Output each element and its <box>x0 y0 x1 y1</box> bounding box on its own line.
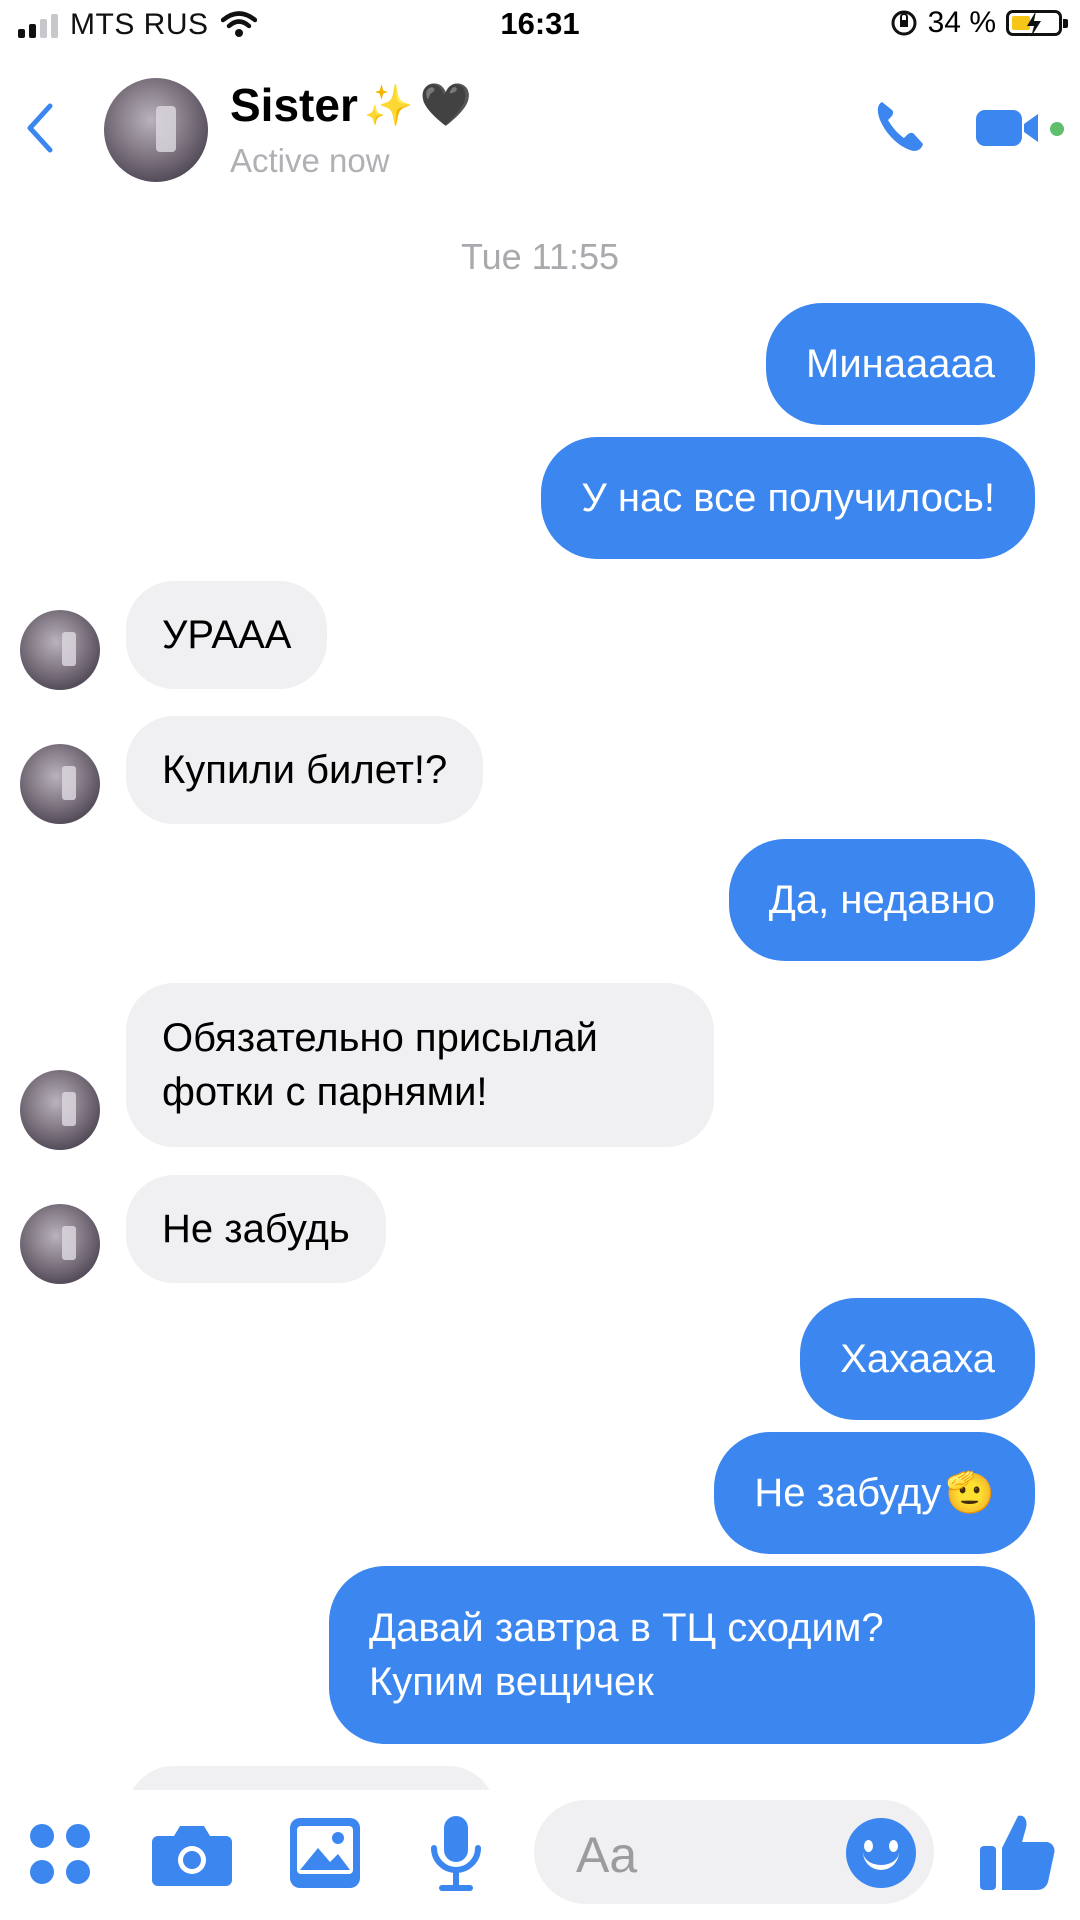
message-bubble-outgoing[interactable]: Не забуду 🫡 <box>714 1432 1035 1554</box>
video-camera-icon[interactable] <box>976 106 1048 150</box>
microphone-icon[interactable] <box>428 1816 484 1894</box>
message-bubble-outgoing[interactable]: Давай завтра в ТЦ сходим? Купим вещичек <box>329 1566 1035 1744</box>
message-bubble-outgoing[interactable]: Хахааха <box>800 1298 1035 1420</box>
thumbs-up-icon[interactable] <box>980 1812 1056 1892</box>
message-text: Не забуду <box>754 1471 942 1515</box>
message-text: УРААА <box>162 613 292 657</box>
contact-avatar-small[interactable] <box>20 1070 100 1150</box>
back-chevron-icon[interactable] <box>20 98 60 158</box>
message-text: У нас все получилось! <box>581 476 995 520</box>
date-separator: Tue 11:55 <box>460 236 620 277</box>
message-text: Хахааха <box>840 1337 995 1381</box>
orientation-lock-icon <box>891 10 917 36</box>
message-text: Купили билет!? <box>162 748 448 792</box>
contact-avatar[interactable] <box>104 78 208 182</box>
status-bar: MTS RUS 16:31 34 % <box>0 0 1080 56</box>
sparkles-emoji: ✨ <box>363 83 414 128</box>
emoji-icon[interactable] <box>846 1818 916 1888</box>
message-text: Обязательно присылай фотки с парнями! <box>162 1016 598 1114</box>
message-bubble-incoming[interactable]: Не забудь <box>126 1175 386 1283</box>
black-heart-emoji: 🖤 <box>419 80 472 128</box>
phone-icon[interactable] <box>872 96 926 156</box>
apps-grid-icon[interactable] <box>28 1822 92 1886</box>
chat-header: Sister ✨ 🖤 Active now <box>0 56 1080 206</box>
message-text: Не забудь <box>162 1207 350 1251</box>
gallery-icon[interactable] <box>290 1818 360 1888</box>
camera-icon[interactable] <box>152 1818 232 1888</box>
message-bubble-outgoing[interactable]: У нас все получилось! <box>541 437 1035 559</box>
message-input-placeholder: Aa <box>576 1827 638 1883</box>
salute-emoji: 🫡 <box>945 1471 995 1515</box>
battery-percent: 34 % <box>927 6 996 39</box>
battery-icon <box>1006 10 1068 37</box>
message-bubble-outgoing[interactable]: Минаааaa <box>766 303 1035 425</box>
message-text: Да, недавно <box>768 878 995 922</box>
contact-avatar-small[interactable] <box>20 610 100 690</box>
message-bubble-outgoing[interactable]: Да, недавно <box>728 839 1035 961</box>
contact-avatar-small[interactable] <box>20 1204 100 1284</box>
contact-name[interactable]: Sister ✨ 🖤 <box>230 78 472 132</box>
message-bubble-incoming[interactable]: Обязательно присылай фотки с парнями! <box>126 983 714 1147</box>
contact-avatar-small[interactable] <box>20 744 100 824</box>
message-bubble-incoming[interactable]: УРААА <box>126 581 328 689</box>
online-indicator <box>1050 122 1064 136</box>
presence-status: Active now <box>230 142 390 179</box>
contact-name-text: Sister <box>230 79 358 131</box>
status-right: 34 % <box>890 6 1068 40</box>
message-text: Давай завтра в ТЦ сходим? Купим вещичек <box>369 1606 884 1704</box>
message-bubble-incoming[interactable]: Купили билет!? <box>126 716 484 824</box>
message-text: Минаааaa <box>806 342 995 386</box>
